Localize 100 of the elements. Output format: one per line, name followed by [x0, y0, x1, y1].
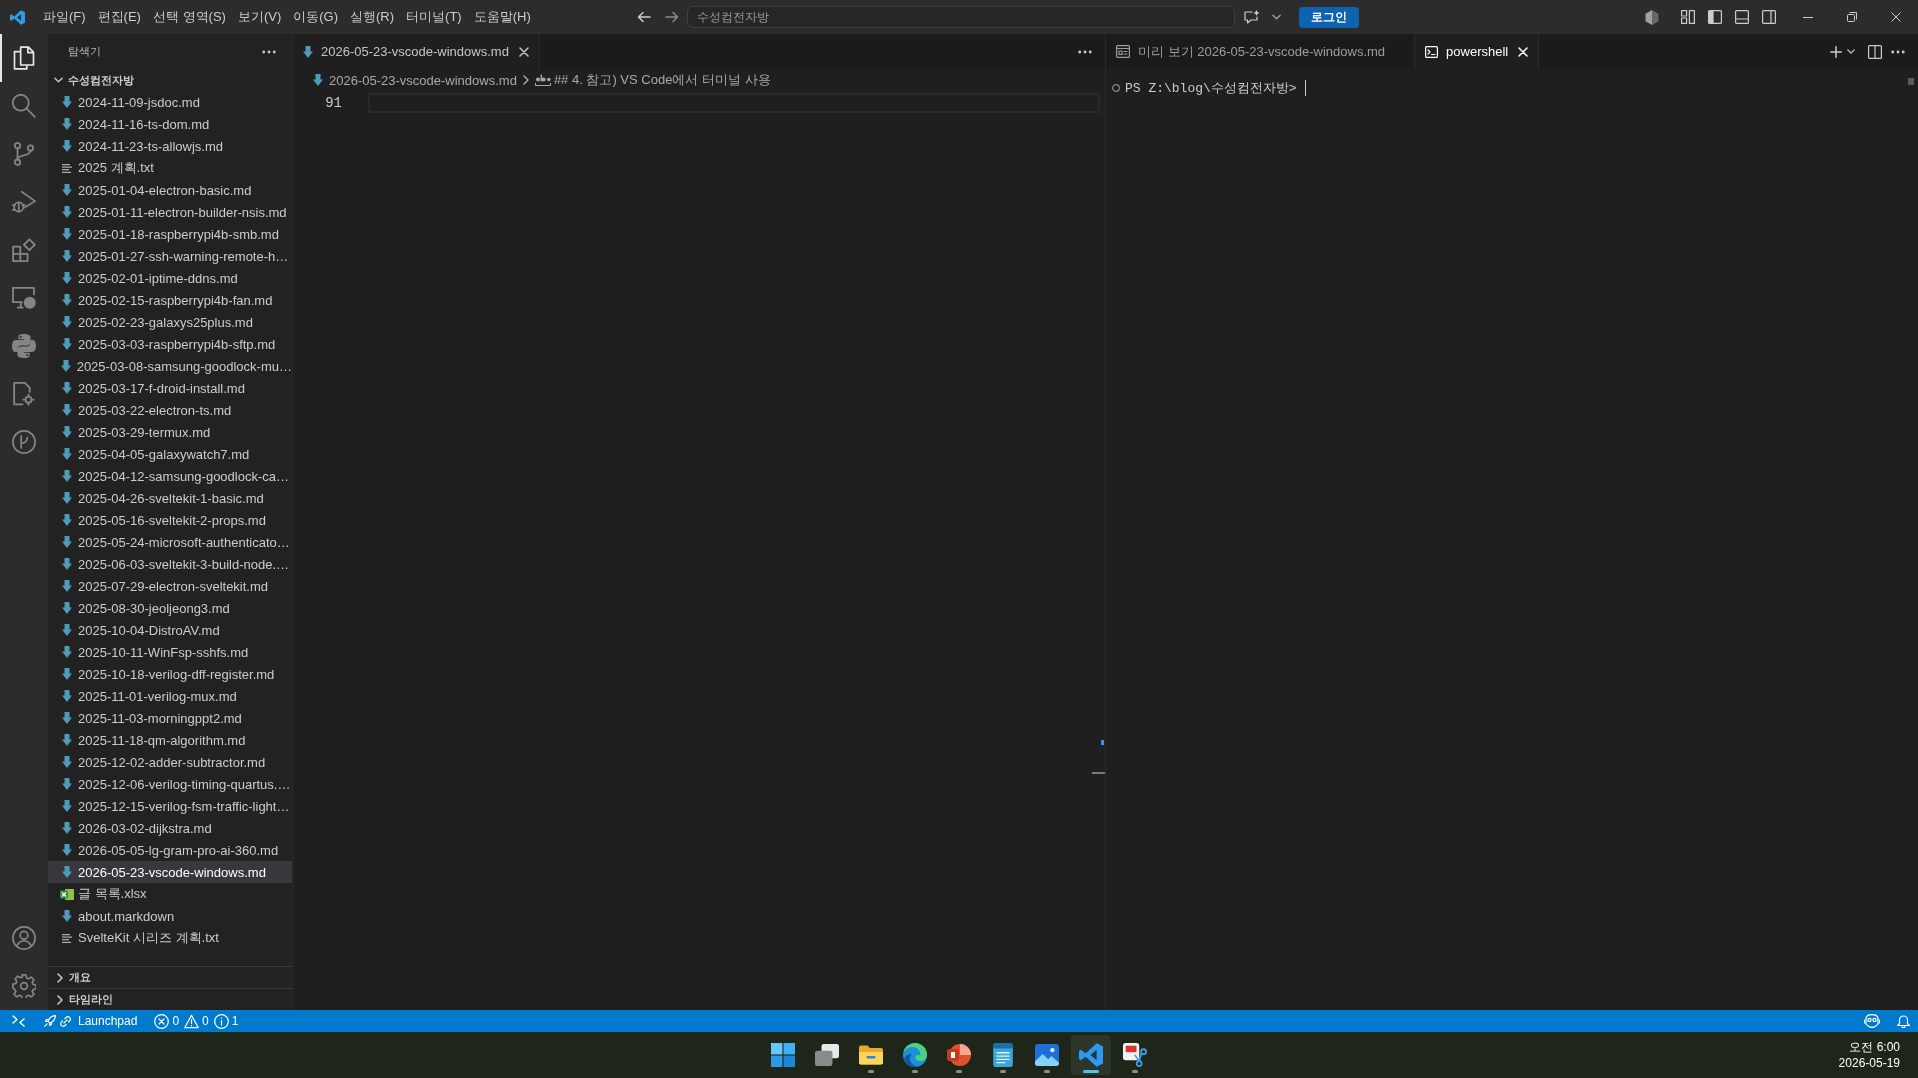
more-icon[interactable]	[262, 49, 276, 54]
file-item[interactable]: 2025-08-30-jeoljeong3.md	[48, 597, 292, 619]
file-item[interactable]: 2025-03-03-raspberrypi4b-sftp.md	[48, 333, 292, 355]
file-item[interactable]: 2025-11-18-qm-algorithm.md	[48, 729, 292, 751]
chevron-down-icon[interactable]	[1272, 14, 1281, 20]
warning-count[interactable]: 0	[184, 1013, 209, 1029]
account-icon[interactable]	[12, 926, 36, 950]
file-item[interactable]: 2025-12-15-verilog-fsm-traffic-light…	[48, 795, 292, 817]
file-item[interactable]: 2026-05-05-lg-gram-pro-ai-360.md	[48, 839, 292, 861]
menu-item[interactable]: 도움말(H)	[467, 5, 537, 29]
file-item[interactable]: 2025-02-23-galaxys25plus.md	[48, 311, 292, 333]
menu-item[interactable]: 파일(F)	[37, 5, 92, 29]
file-item[interactable]: 2025-02-01-iptime-ddns.md	[48, 267, 292, 289]
monitor-icon[interactable]	[12, 286, 36, 310]
file-item[interactable]: 2025-12-02-adder-subtractor.md	[48, 751, 292, 773]
file-item[interactable]: 2026-03-02-dijkstra.md	[48, 817, 292, 839]
settings-icon[interactable]	[12, 974, 36, 998]
close-icon[interactable]	[1891, 12, 1901, 22]
file-gear-icon[interactable]	[12, 382, 36, 406]
hexagon-icon[interactable]	[1645, 9, 1659, 25]
file-item[interactable]: 2025 계획.txt	[48, 157, 292, 179]
more-icon[interactable]	[1891, 49, 1905, 54]
file-item[interactable]: 2025-01-04-electron-basic.md	[48, 179, 292, 201]
error-count[interactable]: 0	[154, 1013, 180, 1029]
file-item[interactable]: 2025-04-26-sveltekit-1-basic.md	[48, 487, 292, 509]
extensions-icon[interactable]	[12, 238, 36, 262]
menu-item[interactable]: 선택 영역(S)	[146, 5, 232, 29]
down-arrow-icon	[62, 470, 72, 482]
menu-item[interactable]: 편집(E)	[91, 5, 147, 29]
file-item[interactable]: 2025-05-16-sveltekit-2-props.md	[48, 509, 292, 531]
file-item[interactable]: 2025-10-18-verilog-dff-register.md	[48, 663, 292, 685]
launchpad-item[interactable]: Launchpad	[44, 1014, 138, 1028]
split-editor-icon[interactable]	[1868, 44, 1882, 59]
menu-item[interactable]: 실행(R)	[344, 5, 401, 29]
file-item[interactable]: 2025-04-12-samsung-goodlock-ca…	[48, 465, 292, 487]
breadcrumb-item[interactable]: ## 4. 참고) VS Code에서 터미널 사용	[534, 71, 771, 89]
start-icon	[771, 1043, 795, 1067]
chat-sparkle-icon[interactable]	[1244, 10, 1260, 24]
play-bug-icon[interactable]	[12, 190, 36, 214]
file-item[interactable]: 2025-11-03-morningppt2.md	[48, 707, 292, 729]
search-icon[interactable]	[12, 94, 36, 118]
remote-icon[interactable]	[12, 1015, 25, 1027]
robot-face-icon[interactable]	[1864, 1014, 1880, 1028]
file-item[interactable]: 2025-03-08-samsung-goodlock-mu…	[48, 355, 292, 377]
menu-item[interactable]: 터미널(T)	[400, 5, 468, 29]
forward-arrow-icon[interactable]	[665, 11, 679, 23]
sidebar-right-icon[interactable]	[1762, 10, 1776, 24]
command-center[interactable]: 수성컴전자방	[687, 6, 1235, 28]
branch-circle-icon[interactable]	[12, 430, 36, 454]
file-item[interactable]: 2025-04-05-galaxywatch7.md	[48, 443, 292, 465]
file-item[interactable]: 2025-05-24-microsoft-authenticato…	[48, 531, 292, 553]
file-item[interactable]: 2024-11-09-jsdoc.md	[48, 91, 292, 113]
down-arrow-icon	[62, 822, 72, 834]
file-item[interactable]: 2025-12-06-verilog-timing-quartus.…	[48, 773, 292, 795]
file-item[interactable]: SvelteKit 시리즈 계획.txt	[48, 927, 292, 949]
python-icon[interactable]	[12, 334, 36, 358]
file-item[interactable]: 2025-06-03-sveltekit-3-build-node.…	[48, 553, 292, 575]
file-item[interactable]: 2025-01-27-ssh-warning-remote-h…	[48, 245, 292, 267]
minimize-icon[interactable]	[1803, 16, 1813, 18]
preview-icon	[1116, 45, 1130, 58]
clock-button[interactable]: 오전 6:00 2026-05-19	[1838, 1039, 1900, 1071]
sidebar-left-icon[interactable]	[1708, 10, 1722, 24]
close-icon[interactable]	[518, 46, 529, 57]
plus-icon[interactable]	[1830, 45, 1842, 58]
section-header[interactable]: 개요	[48, 966, 292, 988]
file-item[interactable]: 2025-01-18-raspberrypi4b-smb.md	[48, 223, 292, 245]
file-item[interactable]: 2024-11-16-ts-dom.md	[48, 113, 292, 135]
file-item[interactable]: 2025-03-17-f-droid-install.md	[48, 377, 292, 399]
chevron-down-icon[interactable]	[1847, 49, 1855, 54]
editor-tab[interactable]: 2026-05-23-vscode-windows.md	[293, 34, 540, 69]
file-item[interactable]: 2025-10-04-DistroAV.md	[48, 619, 292, 641]
back-arrow-icon[interactable]	[637, 11, 651, 23]
restore-icon[interactable]	[1847, 12, 1857, 22]
file-item[interactable]: 글 목록.xlsx	[48, 883, 292, 905]
ring-icon[interactable]	[1112, 84, 1120, 92]
file-item[interactable]: 2025-03-29-termux.md	[48, 421, 292, 443]
editor-tab[interactable]: powershell	[1415, 34, 1540, 69]
files-icon[interactable]	[12, 46, 36, 70]
source-control-icon[interactable]	[12, 142, 36, 166]
more-icon[interactable]	[1078, 49, 1092, 54]
menu-item[interactable]: 이동(G)	[287, 5, 345, 29]
taskbar-button[interactable]	[1071, 1035, 1111, 1075]
file-item[interactable]: 2025-01-11-electron-builder-nsis.md	[48, 201, 292, 223]
info-count[interactable]: 1	[213, 1013, 239, 1029]
menu-item[interactable]: 보기(V)	[231, 5, 288, 29]
file-item[interactable]: 2025-03-22-electron-ts.md	[48, 399, 292, 421]
folder-header[interactable]: 수성컴전자방	[48, 69, 292, 91]
file-item[interactable]: 2025-02-15-raspberrypi4b-fan.md	[48, 289, 292, 311]
bell-icon[interactable]	[1897, 1014, 1910, 1028]
down-arrow-icon	[303, 45, 313, 58]
layout-grid-icon[interactable]	[1681, 10, 1695, 24]
panel-bottom-icon[interactable]	[1735, 10, 1749, 24]
login-button[interactable]: 로그인	[1299, 6, 1359, 28]
file-item[interactable]: 2025-07-29-electron-sveltekit.md	[48, 575, 292, 597]
breadcrumb-item[interactable]: 2026-05-23-vscode-windows.md	[313, 72, 517, 88]
file-item[interactable]: 2026-05-23-vscode-windows.md	[48, 861, 292, 883]
file-item[interactable]: 2025-10-11-WinFsp-sshfs.md	[48, 641, 292, 663]
file-item[interactable]: 2024-11-23-ts-allowjs.md	[48, 135, 292, 157]
file-item[interactable]: about.markdown	[48, 905, 292, 927]
file-item[interactable]: 2025-11-01-verilog-mux.md	[48, 685, 292, 707]
